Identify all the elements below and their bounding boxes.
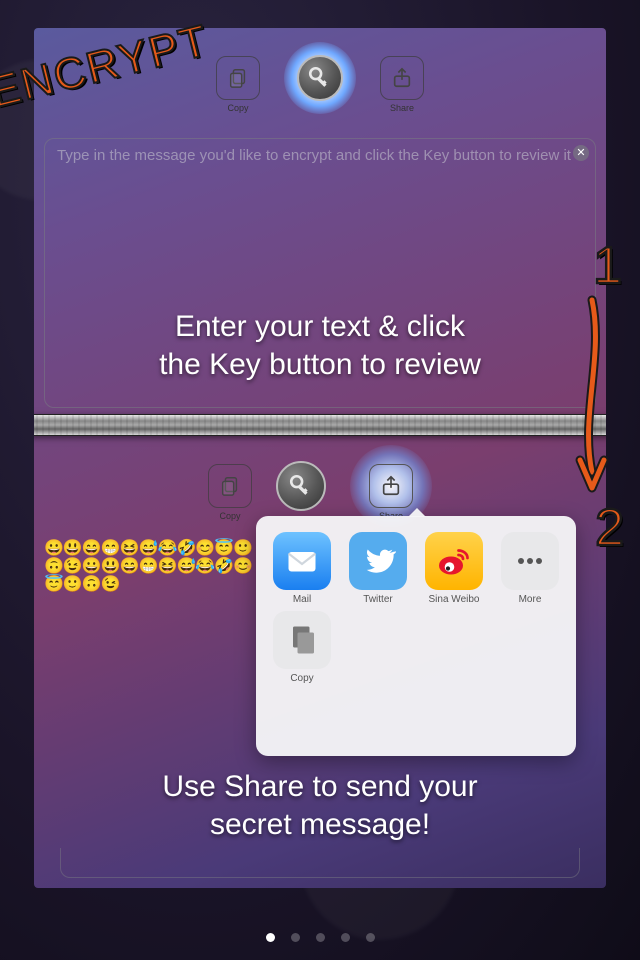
page-dot[interactable] — [266, 933, 275, 942]
share-button-bottom[interactable]: Share — [369, 464, 413, 508]
share-option-weibo[interactable]: Sina Weibo — [418, 532, 490, 605]
page-dot[interactable] — [341, 933, 350, 942]
caption-line: Enter your text & click — [175, 310, 465, 343]
encrypt-key-button[interactable] — [297, 55, 343, 101]
message-placeholder: Type in the message you'd like to encryp… — [57, 147, 583, 165]
more-icon — [501, 532, 559, 590]
copy-label: Copy — [227, 103, 248, 113]
share-option-more[interactable]: More — [494, 532, 566, 605]
instruction-step2-text: Use Share to send your secret message! — [34, 768, 606, 844]
step-number-2: 2 — [595, 498, 624, 558]
share-label: Share — [390, 103, 414, 113]
encrypted-output: 😀😃😄😁😆😅😂🤣😊😇🙂🙃😉😀😃😄😁😆😅😂🤣😊😇🙂🙃😉 — [44, 540, 264, 594]
weibo-icon — [425, 532, 483, 590]
copy-label: Copy — [219, 511, 240, 521]
screenshot-panel: Copy Share Type in the message you'd lik… — [34, 28, 606, 888]
share-option-label: Twitter — [363, 594, 392, 605]
caption-line: secret message! — [210, 808, 430, 841]
share-option-label: Mail — [293, 594, 311, 605]
encrypt-key-button-bottom[interactable] — [276, 461, 326, 511]
key-icon — [288, 473, 314, 499]
caption-line: Use Share to send your — [162, 770, 477, 803]
share-option-label: Sina Weibo — [429, 594, 480, 605]
mail-icon — [273, 532, 331, 590]
step-arrow — [570, 296, 614, 496]
share-option-copy[interactable]: Copy — [266, 611, 338, 684]
clear-button[interactable]: ✕ — [573, 145, 589, 161]
encrypt-button-highlight — [284, 42, 356, 114]
copy-docs-icon — [273, 611, 331, 669]
share-icon — [391, 67, 413, 89]
page-dot[interactable] — [316, 933, 325, 942]
instruction-step1-text: Enter your text & click the Key button t… — [34, 308, 606, 384]
step-number-1: 1 — [593, 236, 622, 296]
toolbar-bottom: Copy Share — [34, 446, 606, 526]
share-option-twitter[interactable]: Twitter — [342, 532, 414, 605]
copy-button[interactable]: Copy — [216, 56, 260, 100]
page-indicator[interactable] — [0, 933, 640, 942]
share-option-label: More — [519, 594, 542, 605]
metal-divider — [34, 414, 606, 436]
share-icon — [380, 475, 402, 497]
page-dot[interactable] — [291, 933, 300, 942]
key-icon — [307, 65, 333, 91]
copy-button-bottom[interactable]: Copy — [208, 464, 252, 508]
output-box-bottom-edge — [60, 848, 580, 878]
page-dot[interactable] — [366, 933, 375, 942]
share-sheet: Mail Twitter Sina Weibo More — [256, 516, 576, 756]
copy-icon — [227, 66, 249, 90]
share-button[interactable]: Share — [380, 56, 424, 100]
share-option-label: Copy — [290, 673, 313, 684]
caption-line: the Key button to review — [159, 348, 481, 381]
share-option-mail[interactable]: Mail — [266, 532, 338, 605]
copy-icon — [219, 474, 241, 498]
twitter-icon — [349, 532, 407, 590]
